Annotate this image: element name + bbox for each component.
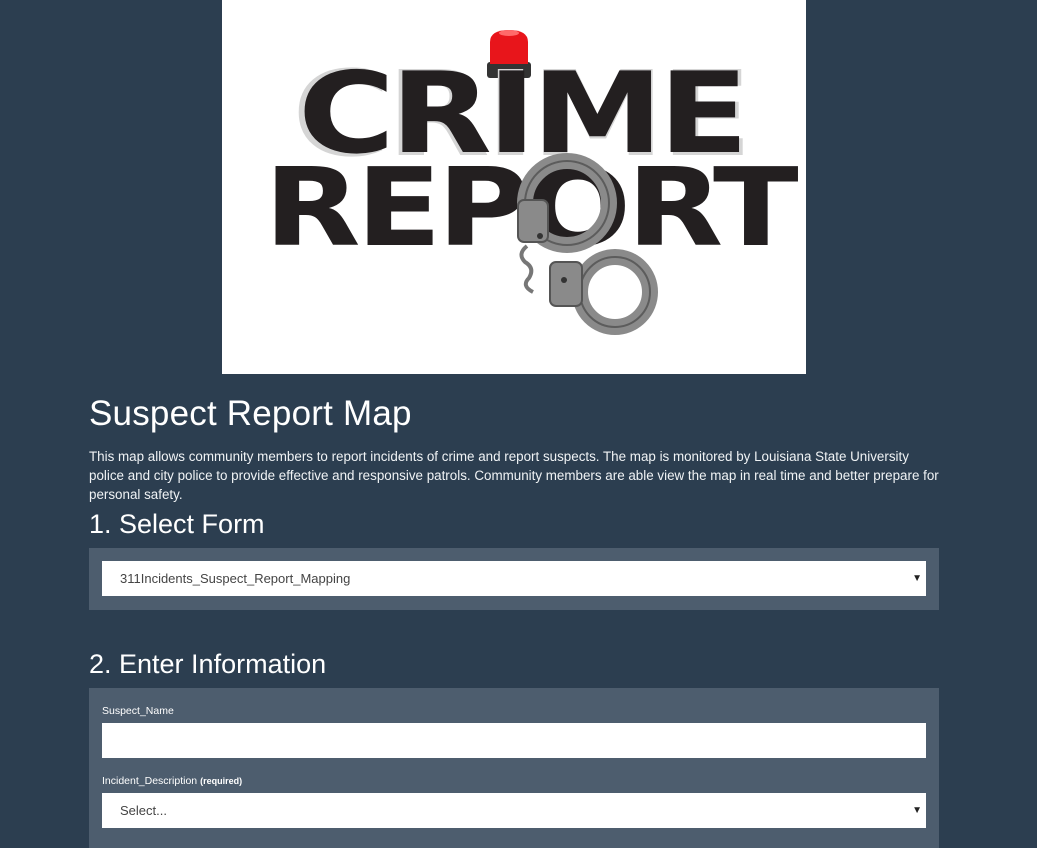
crime-report-banner: CRIME CRIME REPORT [222,0,806,374]
select-form-panel: 311Incidents_Suspect_Report_Mapping ▼ [89,548,939,610]
suspect-name-input[interactable] [102,723,926,758]
incident-description-select-value: Select... [120,803,167,818]
incident-description-select[interactable]: Select... ▼ [102,793,926,828]
chevron-down-icon: ▼ [912,805,922,816]
suspect-name-label-text: Suspect_Name [102,705,174,717]
step1-title: 1. Select Form [89,509,265,539]
form-select-value: 311Incidents_Suspect_Report_Mapping [120,571,351,586]
required-marker: (required) [200,776,243,786]
step2-title: 2. Enter Information [89,649,327,679]
chevron-down-icon: ▼ [912,573,922,584]
main-content: Suspect Report Map This map allows commu… [89,390,939,848]
suspect-name-label: Suspect_Name [102,705,174,717]
page-description: This map allows community members to rep… [89,449,939,502]
enter-information-panel: Suspect_Name Incident_Description (requir… [89,688,939,848]
page-title: Suspect Report Map [89,394,412,433]
form-select[interactable]: 311Incidents_Suspect_Report_Mapping ▼ [102,561,926,596]
crime-report-logo: CRIME CRIME REPORT [264,30,803,335]
incident-description-label: Incident_Description (required) [102,775,242,787]
incident-description-label-text: Incident_Description [102,775,198,787]
